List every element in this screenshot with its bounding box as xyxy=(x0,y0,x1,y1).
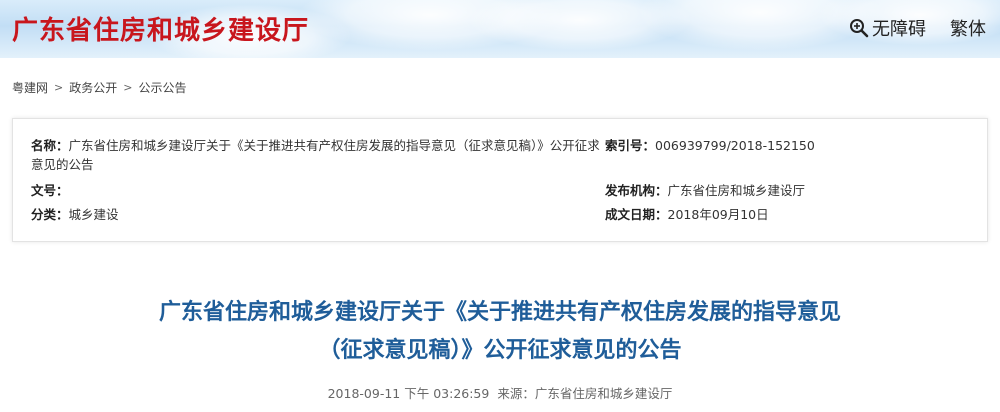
info-publisher-row: 发布机构：广东省住房和城乡建设厅 xyxy=(605,181,805,200)
breadcrumb-separator: > xyxy=(54,81,64,94)
breadcrumb-item-government-affairs[interactable]: 政务公开 xyxy=(69,79,117,96)
breadcrumb-separator: > xyxy=(123,81,133,94)
info-date-label: 成文日期： xyxy=(605,207,668,222)
site-header: 广东省住房和城乡建设厅 无障碍 繁体 xyxy=(0,0,1000,58)
info-index-value: 006939799/2018-152150 xyxy=(655,138,815,153)
traditional-chinese-link[interactable]: 繁体 xyxy=(950,15,986,41)
breadcrumb: 粤建网 > 政务公开 > 公示公告 xyxy=(12,79,186,96)
info-index-row: 索引号：006939799/2018-152150 xyxy=(605,136,815,155)
info-publisher-value: 广东省住房和城乡建设厅 xyxy=(667,183,806,198)
info-name-label: 名称： xyxy=(31,138,69,153)
info-date-value: 2018年09月10日 xyxy=(667,207,769,222)
article-meta: 2018-09-11 下午 03:26:59 来源：广东省住房和城乡建设厅 xyxy=(0,383,1000,402)
info-publisher-label: 发布机构： xyxy=(605,183,668,198)
info-name-value: 广东省住房和城乡建设厅关于《关于推进共有产权住房发展的指导意见（征求意见稿）》公… xyxy=(31,138,600,172)
zoom-in-icon xyxy=(850,19,869,38)
breadcrumb-item-home[interactable]: 粤建网 xyxy=(12,79,48,96)
article-source-label: 来源： xyxy=(497,386,535,401)
breadcrumb-item-announcements[interactable]: 公示公告 xyxy=(138,79,186,96)
header-tools: 无障碍 繁体 xyxy=(849,15,986,41)
accessibility-link[interactable]: 无障碍 xyxy=(849,15,926,41)
article-source-value: 广东省住房和城乡建设厅 xyxy=(534,386,673,401)
info-date-row: 成文日期：2018年09月10日 xyxy=(605,205,769,224)
article-title-line-1: 广东省住房和城乡建设厅关于《关于推进共有产权住房发展的指导意见 xyxy=(158,300,841,325)
info-name-row: 名称：广东省住房和城乡建设厅关于《关于推进共有产权住房发展的指导意见（征求意见稿… xyxy=(31,136,601,174)
info-doc-no-label: 文号： xyxy=(31,183,69,198)
info-category-row: 分类：城乡建设 xyxy=(31,205,119,224)
info-category-value: 城乡建设 xyxy=(68,207,119,222)
article-timestamp: 2018-09-11 下午 03:26:59 xyxy=(327,386,490,401)
info-category-label: 分类： xyxy=(31,207,69,222)
document-info-box: 名称：广东省住房和城乡建设厅关于《关于推进共有产权住房发展的指导意见（征求意见稿… xyxy=(12,118,988,242)
article-title-line-2: （征求意见稿）》公开征求意见的公告 xyxy=(318,338,682,363)
site-title[interactable]: 广东省住房和城乡建设厅 xyxy=(12,10,309,47)
info-doc-no-row: 文号： xyxy=(31,181,69,200)
accessibility-label: 无障碍 xyxy=(872,19,926,40)
article-title: 广东省住房和城乡建设厅关于《关于推进共有产权住房发展的指导意见 （征求意见稿）》… xyxy=(0,294,1000,370)
info-index-label: 索引号： xyxy=(605,138,656,153)
